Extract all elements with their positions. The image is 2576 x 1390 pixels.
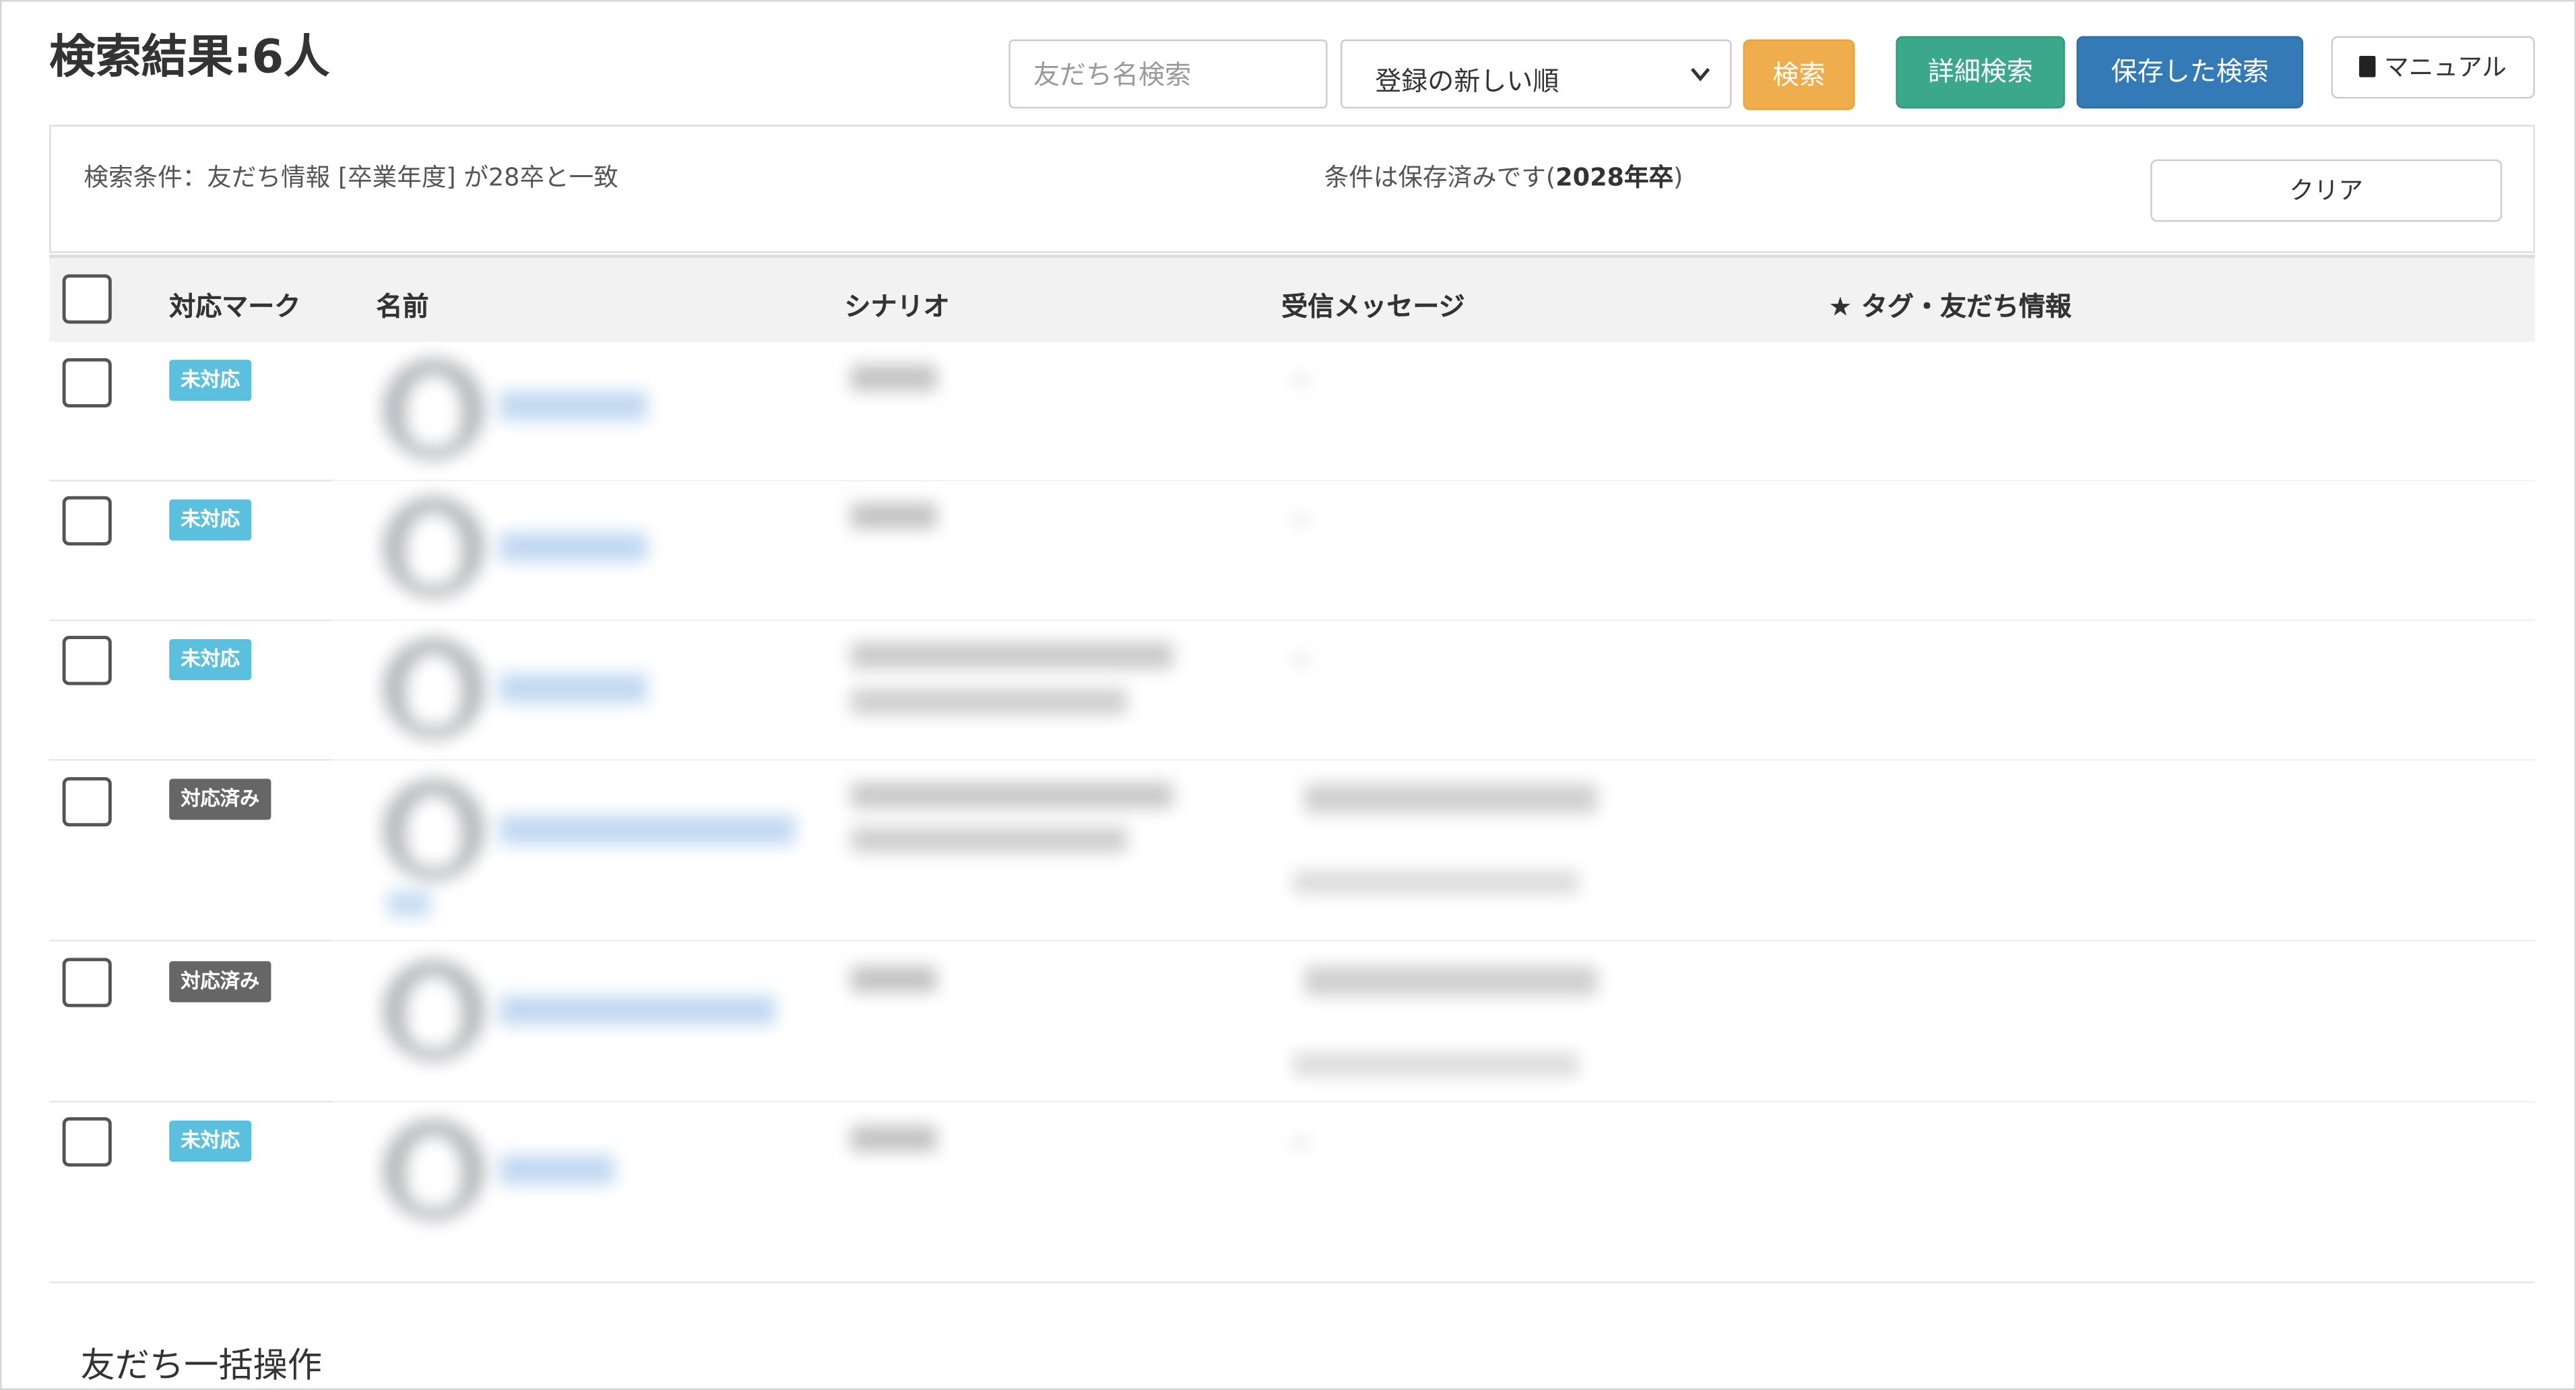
row-divider [49, 619, 332, 622]
row-divider [331, 1100, 2536, 1103]
friend-name-link-line2[interactable] [387, 890, 430, 917]
scenario-cell [851, 782, 1173, 809]
bulk-operations-title: 友だち一括操作 [80, 1346, 323, 1385]
column-header-mark: 対応マーク [169, 290, 301, 323]
column-header-scenario: シナリオ [844, 290, 950, 323]
avatar [383, 959, 485, 1062]
message-timestamp [1293, 871, 1579, 894]
table-header: 対応マーク 名前 シナリオ 受信メッセージ ★ タグ・友だち情報 [49, 255, 2536, 342]
row-checkbox[interactable] [62, 636, 112, 686]
search-button[interactable]: 検索 [1743, 39, 1855, 110]
row-divider [331, 619, 2536, 622]
saved-search-name: 2028年卒 [1555, 162, 1674, 193]
page-title: 検索結果:6人 [49, 29, 330, 84]
row-checkbox[interactable] [62, 496, 112, 545]
saved-status-text: 条件は保存済みです(2028年卒) [1324, 160, 1683, 194]
message-cell [1293, 517, 1310, 523]
avatar [383, 637, 485, 739]
row-divider [49, 479, 332, 482]
row-checkbox[interactable] [62, 1117, 112, 1167]
manual-button-label: マニュアル [2384, 53, 2507, 82]
friend-list-page: 検索結果:6人 登録の新しい順 検索 詳細検索 保存した検索 マニュアル 検索条… [0, 0, 2576, 1390]
message-cell [1293, 378, 1310, 383]
friend-name-link[interactable] [499, 815, 796, 845]
saved-status-prefix: 条件は保存済みです( [1324, 162, 1556, 193]
row-divider [49, 759, 332, 761]
row-divider [331, 759, 2536, 761]
status-badge: 対応済み [169, 961, 271, 1003]
select-all-checkbox[interactable] [62, 274, 112, 324]
scenario-cell-line2 [851, 688, 1128, 715]
scenario-cell-line2 [851, 826, 1128, 853]
scenario-cell [851, 502, 937, 529]
message-timestamp [1293, 1053, 1579, 1077]
scenario-cell [851, 642, 1173, 669]
row-checkbox[interactable] [62, 776, 112, 827]
detail-search-button[interactable]: 詳細検索 [1896, 36, 2065, 109]
friend-name-link[interactable] [499, 1155, 615, 1185]
row-checkbox[interactable] [62, 358, 112, 408]
column-header-tags: ★ タグ・友だち情報 [1828, 290, 2072, 323]
avatar [383, 1119, 485, 1221]
message-cell [1304, 966, 1597, 996]
scenario-cell [851, 966, 937, 993]
avatar [383, 358, 485, 461]
friend-name-search-input[interactable] [1008, 39, 1328, 109]
avatar [383, 779, 485, 881]
row-checkbox[interactable] [62, 958, 112, 1007]
sort-selected-value: 登録の新しい順 [1375, 65, 1559, 97]
status-badge: 対応済み [169, 779, 271, 820]
clear-button[interactable]: クリア [2150, 159, 2503, 222]
search-conditions-panel: 検索条件：友だち情報 [卒業年度] が28卒と一致 条件は保存済みです(2028… [49, 125, 2536, 253]
saved-status-suffix: ) [1673, 162, 1683, 193]
message-cell [1293, 657, 1310, 663]
column-header-name: 名前 [376, 290, 429, 323]
saved-search-button[interactable]: 保存した検索 [2076, 36, 2304, 109]
avatar [383, 496, 485, 599]
friend-name-link[interactable] [499, 532, 647, 562]
friend-name-link[interactable] [499, 995, 776, 1026]
status-badge: 未対応 [169, 360, 252, 401]
column-header-message: 受信メッセージ [1281, 290, 1465, 323]
manual-button[interactable]: マニュアル [2331, 36, 2536, 99]
row-divider [331, 939, 2536, 941]
row-divider [49, 939, 332, 941]
search-conditions-text: 検索条件：友だち情報 [卒業年度] が28卒と一致 [84, 162, 618, 193]
message-cell [1304, 783, 1597, 814]
friend-name-link[interactable] [499, 673, 647, 704]
message-cell [1293, 1140, 1310, 1146]
table-bottom-divider [49, 1281, 2536, 1284]
status-badge: 未対応 [169, 1120, 252, 1162]
book-icon [2359, 55, 2377, 77]
status-badge: 未対応 [169, 499, 252, 541]
scenario-cell [851, 1125, 937, 1152]
chevron-down-icon [1691, 67, 1710, 81]
sort-order-select[interactable]: 登録の新しい順 [1341, 39, 1732, 109]
scenario-cell [851, 364, 937, 391]
status-badge: 未対応 [169, 639, 252, 681]
row-divider [49, 1100, 332, 1103]
friend-name-link[interactable] [499, 391, 647, 421]
row-divider [331, 479, 2536, 482]
